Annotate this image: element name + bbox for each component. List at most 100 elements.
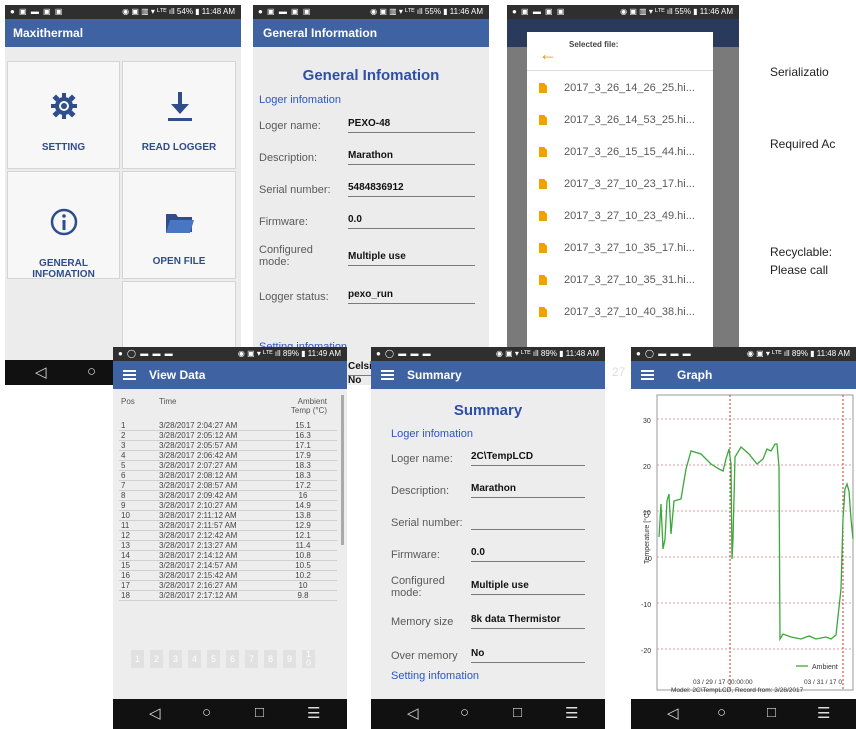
menu-icon[interactable] [123,368,136,381]
file-item[interactable]: 2017_3_26_14_26_25.hi... [564,82,695,94]
firmware-value: 0.0 [471,547,585,562]
table-row[interactable]: 5 3/28/2017 2:07:27 AM 18.3 [113,461,347,471]
general-info-screen: ● ▣ ▬ ▣ ▣ ◉ ▣ ▥ ▾ ᴸᵀᴱ ıll 55% ▮ 11:46 AM … [253,5,489,385]
read-logger-tile[interactable]: READ LOGGER [122,61,236,169]
screen-title: General Information [263,26,378,40]
app-bar: View Data [113,361,347,389]
file-icon [539,115,547,125]
home-button[interactable]: ○ [460,704,469,721]
status-bar: ● ◯ ▬ ▬ ▬ ◉ ▣ ▾ ᴸᵀᴱ ıll 89% ▮ 11:48 AM [371,347,605,361]
page-button-2[interactable]: 2 [150,650,163,668]
page-button-1[interactable]: 1 [131,650,144,668]
serial-value: 5484836912 [348,182,475,197]
table-row[interactable]: 18 3/28/2017 2:17:12 AM 9.8 [113,591,347,601]
table-row[interactable]: 1 3/28/2017 2:04:27 AM 15.1 [113,421,347,431]
cell-temp: 11.4 [295,541,311,550]
menu-button[interactable]: ☰ [817,704,830,722]
general-info-label: GENERAL INFOMATION [32,258,95,280]
file-item[interactable]: 2017_3_26_14_53_25.hi... [564,114,695,126]
open-file-tile[interactable]: OPEN FILE [122,171,236,279]
home-button[interactable]: ○ [87,363,96,380]
table-row[interactable]: 12 3/28/2017 2:12:42 AM 12.1 [113,531,347,541]
file-item[interactable]: 2017_3_27_10_23_17.hi... [564,178,695,190]
back-button[interactable]: ◁ [667,704,679,722]
configured-mode-value: Multiple use [348,251,475,266]
nav-bar-graph: ◁ ○ □ ☰ [631,699,856,729]
cell-temp: 17.2 [295,481,311,490]
file-item[interactable]: 2017_3_27_10_40_38.hi... [564,306,695,318]
table-row[interactable]: 16 3/28/2017 2:15:42 AM 10.2 [113,571,347,581]
menu-icon[interactable] [381,368,394,381]
firmware-label: Firmware: [391,549,440,561]
cell-time: 3/28/2017 2:08:57 AM [159,481,238,490]
table-row[interactable]: 15 3/28/2017 2:14:57 AM 10.5 [113,561,347,571]
general-info-tile[interactable]: GENERAL INFOMATION [7,171,120,280]
description-label: Description: [391,485,450,497]
file-item[interactable]: 2017_3_27_10_35_31.hi... [564,274,695,286]
page-button-5[interactable]: 5 [207,650,220,668]
setting-tile[interactable]: SETTING [7,61,120,169]
scrollbar[interactable] [341,395,344,545]
configured-mode-label: Configured mode: [259,244,313,268]
plot-area [656,394,854,691]
table-row[interactable]: 14 3/28/2017 2:14:12 AM 10.8 [113,551,347,561]
summary-screen: ● ◯ ▬ ▬ ▬ ◉ ▣ ▾ ᴸᵀᴱ ıll 89% ▮ 11:48 AM Su… [371,347,605,729]
firmware-value: 0.0 [348,214,475,229]
table-row[interactable]: 3 3/28/2017 2:05:57 AM 17.1 [113,441,347,451]
cell-pos: 18 [121,591,130,600]
cell-time: 3/28/2017 2:05:12 AM [159,431,238,440]
menu-button[interactable]: ☰ [307,704,320,722]
app-title: Maxithermal [13,26,84,40]
doc-text-required: Required Ac [770,137,836,151]
screen-title: View Data [149,368,206,382]
page-button-3[interactable]: 3 [169,650,182,668]
table-row[interactable]: 17 3/28/2017 2:16:27 AM 10 [113,581,347,591]
page-button-6[interactable]: 6 [226,650,239,668]
page-button-8[interactable]: 8 [264,650,277,668]
divider [527,70,713,71]
page-button-9[interactable]: 9 [283,650,296,668]
file-item[interactable]: 2017_3_27_10_35_17.hi... [564,242,695,254]
page-button-7[interactable]: 7 [245,650,258,668]
graph-screen: ● ◯ ▬ ▬ ▬ ◉ ▣ ▾ ᴸᵀᴱ ıll 89% ▮ 11:48 AM Gr… [631,347,856,729]
recent-button[interactable]: □ [255,704,264,721]
table-row[interactable]: 13 3/28/2017 2:13:27 AM 11.4 [113,541,347,551]
table-row[interactable]: 10 3/28/2017 2:11:12 AM 13.8 [113,511,347,521]
cell-pos: 8 [121,491,126,500]
table-row[interactable]: 8 3/28/2017 2:09:42 AM 16 [113,491,347,501]
table-row[interactable]: 4 3/28/2017 2:06:42 AM 17.9 [113,451,347,461]
table-row[interactable]: 7 3/28/2017 2:08:57 AM 17.2 [113,481,347,491]
recent-button[interactable]: □ [767,704,776,721]
menu-button[interactable]: ☰ [565,704,578,722]
over-memory-label: Over memory [391,650,458,662]
table-row[interactable]: 9 3/28/2017 2:10:27 AM 14.9 [113,501,347,511]
chart-caption: Model: 2C\TempLCD, Record from: 3/28/201… [671,687,804,694]
doc-text-please-call: Please call [770,263,829,277]
back-button[interactable]: ◁ [149,704,161,722]
xtick-1: 03 / 29 / 17 00:00:00 [693,679,753,686]
page-button-4[interactable]: 4 [188,650,201,668]
cell-time: 3/28/2017 2:05:57 AM [159,441,238,450]
back-arrow-icon[interactable]: ← [539,44,557,65]
recent-button[interactable]: □ [513,704,522,721]
logger-status-label: Logger status: [259,291,329,303]
file-icon [539,147,547,157]
home-button[interactable]: ○ [202,704,211,721]
file-item[interactable]: 2017_3_27_10_23_49.hi... [564,210,695,222]
table-row[interactable]: 11 3/28/2017 2:11:57 AM 12.9 [113,521,347,531]
file-item[interactable]: 2017_3_26_15_15_44.hi... [564,146,695,158]
col-pos: Pos [121,397,135,406]
table-row[interactable]: 6 3/28/2017 2:08:12 AM 18.3 [113,471,347,481]
home-button[interactable]: ○ [717,704,726,721]
logger-name-value: PEXO-48 [348,118,475,133]
ytick-m20: -20 [641,648,651,655]
back-button[interactable]: ◁ [407,704,419,722]
menu-icon[interactable] [641,368,654,381]
cell-pos: 16 [121,571,130,580]
view-data-screen: ● ◯ ▬ ▬ ▬ ◉ ▣ ▾ ᴸᵀᴱ ıll 89% ▮ 11:49 AM Vi… [113,347,347,729]
cell-time: 3/28/2017 2:14:57 AM [159,561,238,570]
page-button-10[interactable]: 1 0 [302,650,315,668]
table-row[interactable]: 2 3/28/2017 2:05:12 AM 16.3 [113,431,347,441]
section-setting-info: Setting infomation [391,670,480,682]
back-button[interactable]: ◁ [35,363,47,381]
